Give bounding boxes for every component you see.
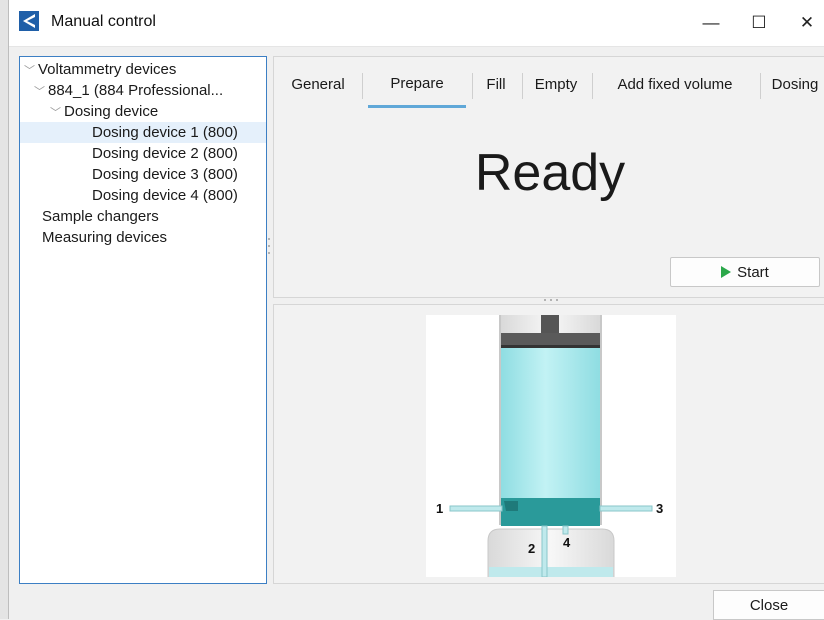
port-2-tube bbox=[541, 525, 548, 577]
tab-divider bbox=[472, 73, 473, 99]
tab-divider bbox=[362, 73, 363, 99]
tree-item-dosing-device-1[interactable]: Dosing device 1 (800) bbox=[20, 122, 266, 143]
valve-channel bbox=[504, 501, 518, 511]
tree-item-label: Measuring devices bbox=[42, 229, 168, 246]
tab-general[interactable]: General bbox=[282, 65, 354, 105]
cylinder-right-wall bbox=[600, 315, 602, 525]
cylinder-left-wall bbox=[499, 315, 501, 525]
dosing-unit-schematic: 1 3 2 4 bbox=[426, 315, 676, 577]
manual-control-window: Manual control — ☐ ✕ ﹀ Voltammetry device… bbox=[8, 0, 824, 620]
status-text: Ready bbox=[474, 144, 626, 202]
tab-empty[interactable]: Empty bbox=[528, 65, 584, 105]
port-4-tube bbox=[562, 525, 569, 535]
tree-item-label: Sample changers bbox=[42, 208, 159, 225]
tree-item-label: Voltammetry devices bbox=[38, 61, 177, 78]
tree-item-label: 884_1 (884 Professional... bbox=[48, 82, 224, 99]
chevron-down-icon[interactable]: ﹀ bbox=[50, 103, 64, 124]
cylinder-liquid bbox=[501, 348, 600, 498]
port-3-label: 3 bbox=[656, 501, 663, 516]
schematic-panel: 1 3 2 4 bbox=[273, 304, 824, 584]
play-icon bbox=[721, 266, 732, 278]
port-3-tube bbox=[599, 505, 653, 512]
tree-item-label: Dosing device 4 (800) bbox=[92, 187, 238, 204]
close-button[interactable]: Close bbox=[713, 590, 824, 620]
app-logo-icon bbox=[19, 11, 39, 31]
close-button-label: Close bbox=[749, 596, 789, 614]
background-edge bbox=[0, 0, 8, 619]
device-tree: ﹀ Voltammetry devices ﹀ 884_1 (884 Profess… bbox=[19, 56, 267, 584]
chevron-down-icon[interactable]: ﹀ bbox=[34, 82, 48, 103]
tree-item-label: Dosing device bbox=[64, 103, 159, 120]
port-2-label: 2 bbox=[528, 541, 535, 556]
control-panel: General Prepare Fill Empty Add fixed vol… bbox=[273, 56, 824, 298]
tree-item-measuring-devices[interactable]: Measuring devices bbox=[42, 227, 167, 248]
tab-add-fixed-volume[interactable]: Add fixed volume bbox=[598, 65, 752, 105]
maximize-icon: ☐ bbox=[751, 13, 767, 32]
port-1-tube bbox=[449, 505, 503, 512]
window-title: Manual control bbox=[51, 13, 156, 30]
tab-divider bbox=[760, 73, 761, 99]
tab-divider bbox=[522, 73, 523, 99]
tab-dosing[interactable]: Dosing bbox=[766, 65, 824, 105]
minimize-icon: — bbox=[702, 13, 720, 32]
tab-bar: General Prepare Fill Empty Add fixed vol… bbox=[274, 65, 824, 108]
close-window-button[interactable]: ✕ bbox=[787, 8, 824, 38]
tree-item-label: Dosing device 3 (800) bbox=[92, 166, 238, 183]
tree-item-dosing-device-4[interactable]: Dosing device 4 (800) bbox=[92, 185, 238, 206]
port-1-label: 1 bbox=[436, 501, 443, 516]
start-button[interactable]: Start bbox=[670, 257, 820, 287]
vertical-splitter-handle[interactable] bbox=[267, 236, 271, 256]
horizontal-splitter-handle[interactable] bbox=[541, 298, 561, 302]
close-icon: ✕ bbox=[799, 13, 815, 32]
tree-item-voltammetry-devices[interactable]: ﹀ Voltammetry devices bbox=[24, 59, 176, 80]
tree-item-dosing-device[interactable]: ﹀ Dosing device bbox=[50, 101, 158, 122]
chevron-down-icon[interactable]: ﹀ bbox=[24, 61, 38, 82]
piston-rod bbox=[501, 315, 600, 348]
tree-item-label: Dosing device 1 (800) bbox=[92, 124, 238, 141]
tab-prepare[interactable]: Prepare bbox=[368, 65, 466, 108]
tree-item-dosing-device-2[interactable]: Dosing device 2 (800) bbox=[92, 143, 238, 164]
start-button-label: Start bbox=[737, 263, 769, 281]
tree-item-label: Dosing device 2 (800) bbox=[92, 145, 238, 162]
maximize-button[interactable]: ☐ bbox=[739, 8, 779, 38]
tree-item-884-1[interactable]: ﹀ 884_1 (884 Professional... bbox=[34, 80, 223, 101]
tree-item-dosing-device-3[interactable]: Dosing device 3 (800) bbox=[92, 164, 238, 185]
bottle-liquid bbox=[489, 567, 613, 577]
title-bar: Manual control — ☐ ✕ bbox=[9, 0, 824, 47]
tab-fill[interactable]: Fill bbox=[478, 65, 514, 105]
tab-divider bbox=[592, 73, 593, 99]
minimize-button[interactable]: — bbox=[691, 8, 731, 38]
port-4-label: 4 bbox=[563, 535, 571, 550]
tree-item-sample-changers[interactable]: Sample changers bbox=[42, 206, 159, 227]
